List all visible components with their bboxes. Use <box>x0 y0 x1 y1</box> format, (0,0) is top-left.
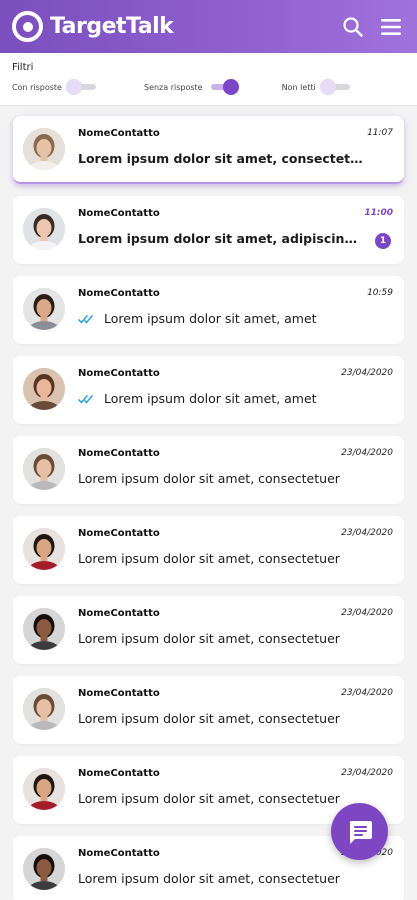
avatar <box>23 768 65 810</box>
avatar <box>23 528 65 570</box>
conversation-item[interactable]: NomeContatto 23/04/2020 Lorem ipsum dolor … <box>13 356 404 424</box>
conversation-list: NomeContatto 11:07 Lorem ipsum dolor sit a… <box>0 106 417 900</box>
message-text: Lorem ipsum dolor sit amet, consectetuer <box>78 711 340 726</box>
double-check-icon <box>78 312 96 327</box>
message-time: 23/04/2020 <box>341 528 393 538</box>
contact-name: NomeContatto <box>78 768 160 779</box>
message-preview: Lorem ipsum dolor sit amet, consectetuer <box>78 551 364 566</box>
message-time: 23/04/2020 <box>341 608 393 618</box>
conversation-item[interactable]: NomeContatto 23/04/2020 Lorem ipsum dolor … <box>13 676 404 744</box>
chat-icon <box>349 820 372 844</box>
message-preview: Lorem ipsum dolor sit amet, consectetuer <box>78 471 364 486</box>
app-logo[interactable]: TargetTalk <box>12 11 174 42</box>
double-check-icon <box>78 392 96 407</box>
message-preview: Lorem ipsum dolor sit amet, consectetuer… <box>78 151 364 166</box>
message-time: 11:00 <box>364 208 393 218</box>
message-text: Lorem ipsum dolor sit amet, amet <box>104 311 317 326</box>
message-text: Lorem ipsum dolor sit amet, consectetuer <box>78 871 340 886</box>
filter-con-risposte[interactable]: Con risposte <box>12 79 96 95</box>
unread-badge: 1 <box>375 233 391 249</box>
contact-name: NomeContatto <box>78 848 160 859</box>
message-time: 23/04/2020 <box>341 448 393 458</box>
message-time: 23/04/2020 <box>341 688 393 698</box>
contact-name: NomeContatto <box>78 288 160 299</box>
contact-name: NomeContatto <box>78 368 160 379</box>
filter-toggle[interactable] <box>319 79 350 95</box>
message-text: Lorem ipsum dolor sit amet, consectetuer <box>78 471 340 486</box>
new-chat-button[interactable] <box>331 803 388 860</box>
message-preview: Lorem ipsum dolor sit amet, consectetuer <box>78 791 364 806</box>
filter-toggle[interactable] <box>65 79 96 95</box>
message-preview: Lorem ipsum dolor sit amet, consectetuer <box>78 871 364 886</box>
avatar <box>23 688 65 730</box>
filter-non-letti[interactable]: Non letti <box>282 79 350 95</box>
message-preview: Lorem ipsum dolor sit amet, amet <box>78 391 364 407</box>
message-text: Lorem ipsum dolor sit amet, adipiscing… <box>78 231 364 246</box>
message-time: 23/04/2020 <box>341 368 393 378</box>
conversation-item[interactable]: NomeContatto 11:07 Lorem ipsum dolor sit a… <box>13 116 404 184</box>
message-text: Lorem ipsum dolor sit amet, amet <box>104 391 317 406</box>
search-icon[interactable] <box>341 15 365 39</box>
avatar <box>23 288 65 330</box>
avatar <box>23 448 65 490</box>
conversation-item[interactable]: NomeContatto 23/04/2020 Lorem ipsum dolor … <box>13 596 404 664</box>
message-preview: Lorem ipsum dolor sit amet, adipiscing… <box>78 231 364 246</box>
message-text: Lorem ipsum dolor sit amet, consectetuer… <box>78 151 364 166</box>
message-preview: Lorem ipsum dolor sit amet, amet <box>78 311 364 327</box>
app-title: TargetTalk <box>50 14 174 39</box>
message-text: Lorem ipsum dolor sit amet, consectetuer <box>78 551 340 566</box>
target-logo-icon <box>12 11 43 42</box>
conversation-item[interactable]: NomeContatto 11:00 Lorem ipsum dolor sit a… <box>13 196 404 264</box>
avatar <box>23 608 65 650</box>
message-time: 11:07 <box>367 128 393 138</box>
filter-toggle[interactable] <box>207 79 239 95</box>
contact-name: NomeContatto <box>78 528 160 539</box>
filters-panel: Filtri Con risposte Senza risposte Non l… <box>0 53 417 106</box>
message-text: Lorem ipsum dolor sit amet, consectetuer <box>78 631 340 646</box>
conversation-item[interactable]: NomeContatto 23/04/2020 Lorem ipsum dolor … <box>13 516 404 584</box>
filters-title: Filtri <box>12 62 34 73</box>
avatar <box>23 128 65 170</box>
conversation-item[interactable]: NomeContatto 23/04/2020 Lorem ipsum dolor … <box>13 436 404 504</box>
contact-name: NomeContatto <box>78 608 160 619</box>
avatar <box>23 848 65 890</box>
contact-name: NomeContatto <box>78 208 160 219</box>
menu-icon[interactable] <box>379 15 403 39</box>
filter-label: Senza risposte <box>143 82 203 92</box>
avatar <box>23 368 65 410</box>
message-time: 23/04/2020 <box>341 768 393 778</box>
message-time: 10:59 <box>367 288 393 298</box>
message-preview: Lorem ipsum dolor sit amet, consectetuer <box>78 631 364 646</box>
contact-name: NomeContatto <box>78 688 160 699</box>
contact-name: NomeContatto <box>78 448 160 459</box>
conversation-item[interactable]: NomeContatto 10:59 Lorem ipsum dolor sit a… <box>13 276 404 344</box>
filter-senza-risposte[interactable]: Senza risposte <box>143 79 239 95</box>
app-header: TargetTalk <box>0 0 417 53</box>
filter-label: Con risposte <box>12 82 62 92</box>
message-text: Lorem ipsum dolor sit amet, consectetuer <box>78 791 340 806</box>
filter-label: Non letti <box>281 82 316 92</box>
avatar <box>23 208 65 250</box>
message-preview: Lorem ipsum dolor sit amet, consectetuer <box>78 711 364 726</box>
contact-name: NomeContatto <box>78 128 160 139</box>
